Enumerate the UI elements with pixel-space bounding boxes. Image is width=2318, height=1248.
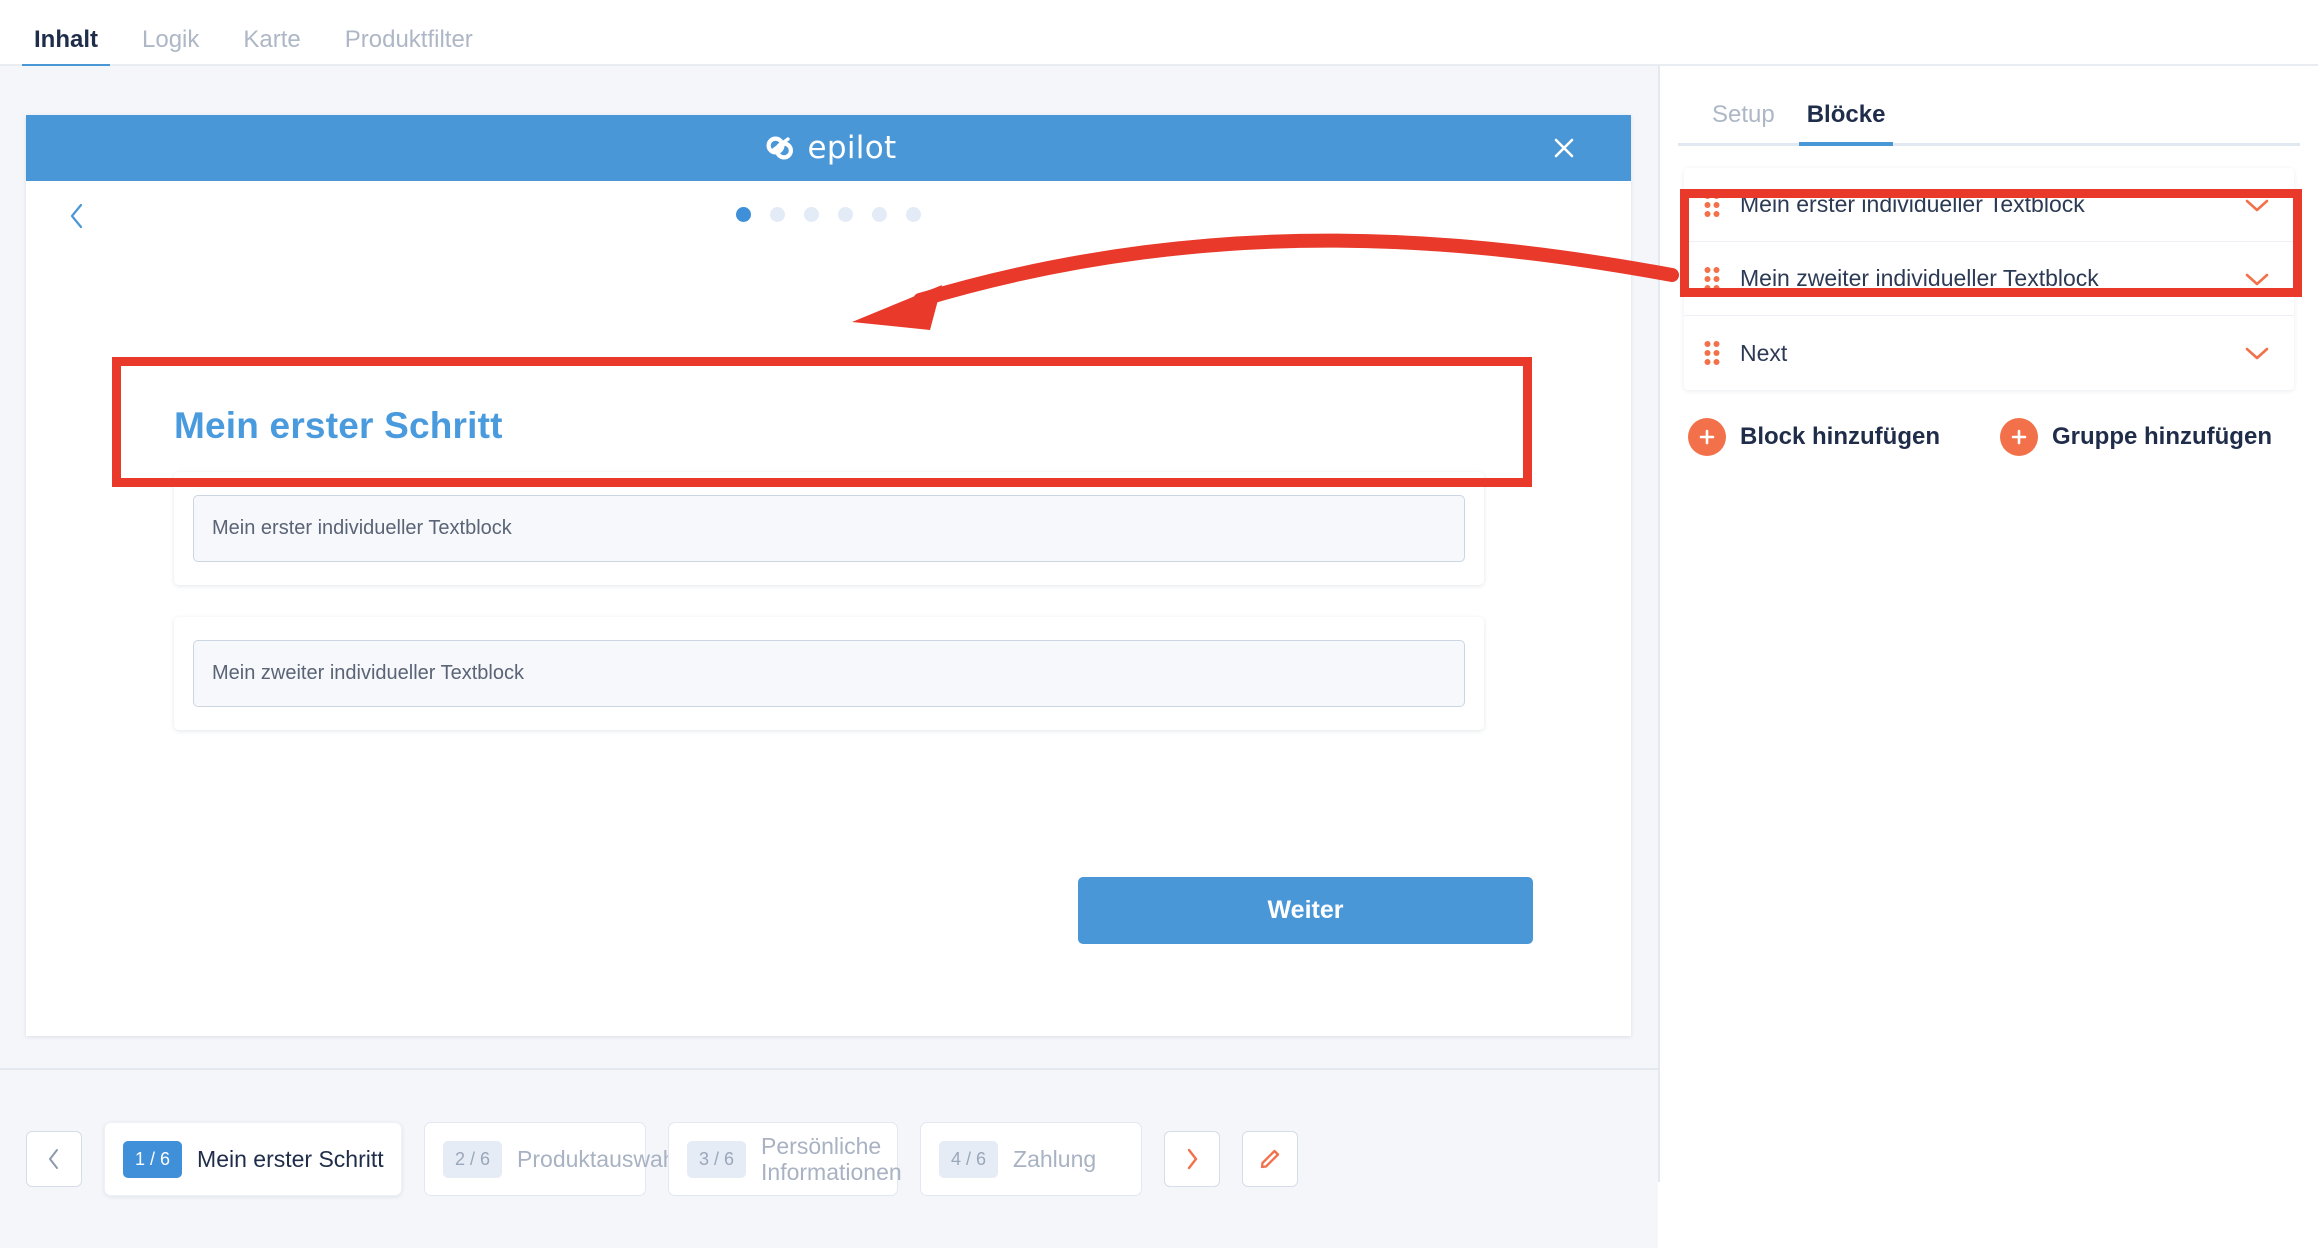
sidebar-block-label-2: Mein zweiter individueller Textblock xyxy=(1740,265,2099,291)
sidebar-block-list: Mein erster individueller Textblock Mein… xyxy=(1684,168,2294,390)
add-block-label: Block hinzufügen xyxy=(1740,423,1940,450)
chevron-down-icon[interactable] xyxy=(2244,197,2270,213)
step-badge-2: 2 / 6 xyxy=(443,1140,503,1178)
chevron-left-icon xyxy=(49,1149,58,1169)
page-title: Mein erster Schritt xyxy=(174,405,503,446)
block-card-2: Mein zweiter individueller Textblock xyxy=(174,617,1484,730)
step-name-4: Zahlung xyxy=(1013,1145,1097,1172)
step-badge-1: 1 / 6 xyxy=(123,1140,183,1178)
tab-inhalt-label: Inhalt xyxy=(34,26,98,53)
chevron-down-icon[interactable] xyxy=(2244,345,2270,361)
step-chip-1[interactable]: 1 / 6 Mein erster Schritt xyxy=(104,1122,402,1196)
chevron-down-icon[interactable] xyxy=(2244,271,2270,287)
tab-bloecke[interactable]: Blöcke xyxy=(1791,101,1902,146)
tab-bloecke-label: Blöcke xyxy=(1806,101,1886,128)
edit-step-button[interactable] xyxy=(1242,1131,1298,1187)
step-dot-1[interactable] xyxy=(736,207,751,222)
editor-sidebar: Setup Blöcke Mein erster individueller T… xyxy=(1660,66,2318,1182)
journey-nav-row xyxy=(26,181,1631,255)
epilot-logo: epilot xyxy=(761,129,897,167)
sidebar-tab-bar: Setup Blöcke xyxy=(1678,66,2300,146)
text-input-1[interactable]: Mein erster individueller Textblock xyxy=(193,495,1465,562)
drag-handle-icon[interactable] xyxy=(1704,192,1720,218)
drag-handle-icon[interactable] xyxy=(1704,266,1720,292)
step-dot-2[interactable] xyxy=(770,207,785,222)
block-card-1: Mein erster individueller Textblock xyxy=(174,472,1484,585)
sidebar-block-label-3: Next xyxy=(1740,339,1788,366)
step-dot-5[interactable] xyxy=(872,207,887,222)
chevron-right-icon xyxy=(1187,1148,1198,1170)
step-progress-dots xyxy=(26,207,1631,222)
tab-setup-label: Setup xyxy=(1712,101,1775,128)
journey-brand-header: epilot xyxy=(26,115,1631,181)
drag-handle-icon[interactable] xyxy=(1704,340,1720,366)
tab-produktfilter-label: Produktfilter xyxy=(344,26,473,53)
sidebar-add-row: Block hinzufügen Gruppe hinzufügen xyxy=(1684,418,2294,456)
add-group-button[interactable]: Gruppe hinzufügen xyxy=(2000,418,2272,456)
epilot-wordmark: epilot xyxy=(807,130,897,166)
tab-karte[interactable]: Karte xyxy=(221,28,322,66)
step-dot-4[interactable] xyxy=(838,207,853,222)
weiter-button[interactable]: Weiter xyxy=(1078,877,1533,944)
tab-logik[interactable]: Logik xyxy=(120,28,221,66)
journey-blocks-area: Mein erster individueller Textblock Mein… xyxy=(174,472,1484,762)
sidebar-block-row-1[interactable]: Mein erster individueller Textblock xyxy=(1684,168,2294,242)
tab-setup[interactable]: Setup xyxy=(1696,101,1791,143)
plus-icon xyxy=(1688,418,1726,456)
close-icon[interactable] xyxy=(1549,133,1579,163)
steps-prev-button[interactable] xyxy=(26,1131,82,1187)
epilot-mark-icon xyxy=(766,136,793,160)
step-chip-3[interactable]: 3 / 6 Persönliche Informationen xyxy=(668,1122,902,1196)
tab-karte-label: Karte xyxy=(243,26,301,53)
plus-icon xyxy=(2000,418,2038,456)
add-group-label: Gruppe hinzufügen xyxy=(2052,423,2272,450)
tab-inhalt[interactable]: Inhalt xyxy=(12,26,120,68)
pencil-icon xyxy=(1260,1149,1280,1169)
step-name-2: Produktauswahl xyxy=(517,1145,681,1172)
journey-preview-pane: epilot Mein erster Schritt Mein erster i… xyxy=(0,66,1658,1248)
step-chip-2[interactable]: 2 / 6 Produktauswahl xyxy=(424,1122,681,1196)
step-name-1: Mein erster Schritt xyxy=(197,1145,384,1172)
step-name-3: Persönliche Informationen xyxy=(761,1132,902,1185)
steps-next-button[interactable] xyxy=(1164,1131,1220,1187)
tab-produktfilter[interactable]: Produktfilter xyxy=(323,28,495,66)
add-block-button[interactable]: Block hinzufügen xyxy=(1688,418,1940,456)
sidebar-block-label-1: Mein erster individueller Textblock xyxy=(1740,191,2085,217)
text-input-2[interactable]: Mein zweiter individueller Textblock xyxy=(193,640,1465,707)
tab-logik-label: Logik xyxy=(142,26,200,53)
step-dot-6[interactable] xyxy=(906,207,921,222)
step-chip-4[interactable]: 4 / 6 Zahlung xyxy=(920,1122,1142,1196)
sidebar-block-row-3[interactable]: Next xyxy=(1684,316,2294,390)
journey-preview-card: epilot Mein erster Schritt Mein erster i… xyxy=(26,115,1631,1036)
step-dot-3[interactable] xyxy=(804,207,819,222)
top-tab-bar: Inhalt Logik Karte Produktfilter xyxy=(0,0,2318,68)
sidebar-block-row-2[interactable]: Mein zweiter individueller Textblock xyxy=(1684,242,2294,316)
step-navigation-strip: 1 / 6 Mein erster Schritt 2 / 6 Produkta… xyxy=(0,1068,1658,1248)
step-badge-4: 4 / 6 xyxy=(939,1140,999,1178)
step-badge-3: 3 / 6 xyxy=(687,1140,747,1178)
